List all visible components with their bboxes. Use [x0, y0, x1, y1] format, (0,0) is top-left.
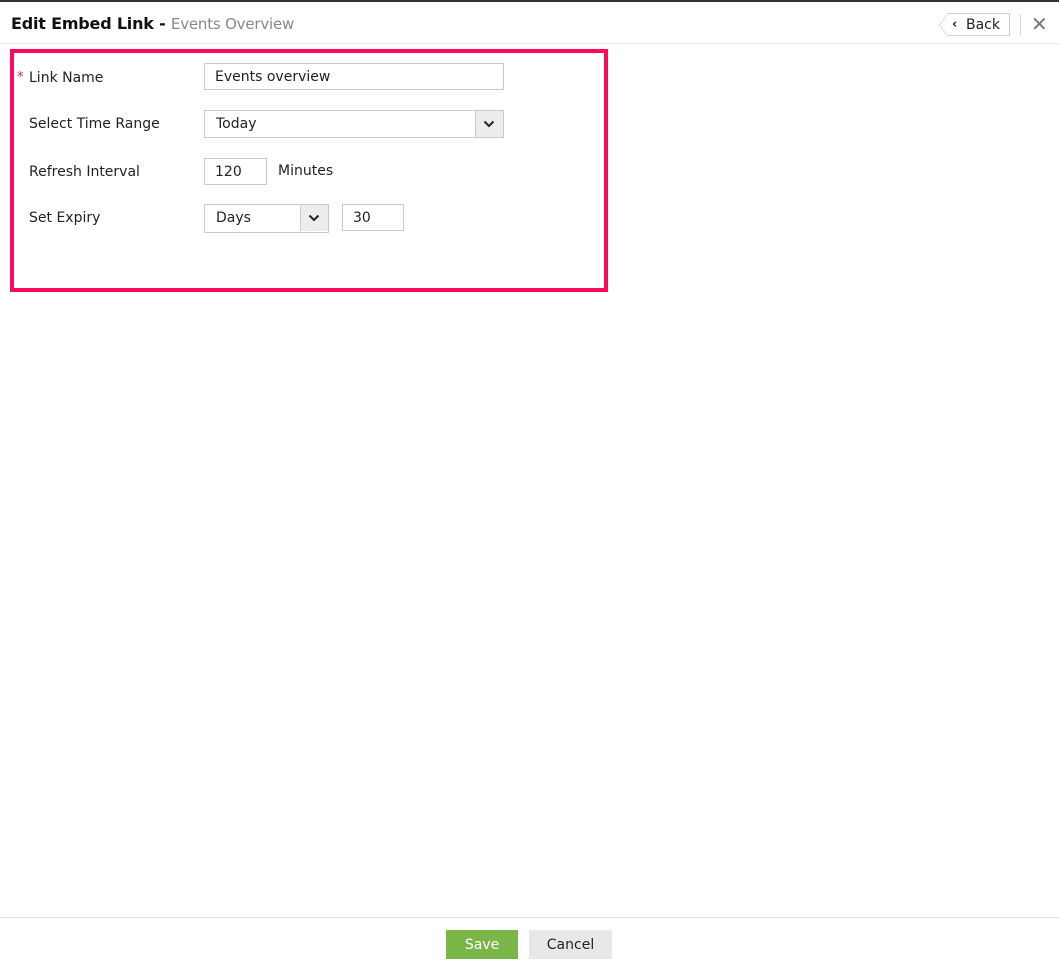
required-marker: *	[17, 70, 24, 85]
save-button[interactable]: Save	[446, 930, 518, 959]
chevron-down-icon[interactable]	[300, 205, 328, 231]
refresh-interval-unit: Minutes	[278, 163, 334, 179]
title-main: Edit Embed Link	[11, 14, 154, 33]
refresh-interval-label: Refresh Interval	[29, 164, 140, 180]
dialog-header: Edit Embed Link - Events Overview ‹ Back…	[0, 0, 1059, 44]
dialog-footer: Save Cancel	[0, 917, 1059, 966]
close-icon[interactable]: ✕	[1031, 12, 1048, 36]
title-subtitle: Events Overview	[170, 15, 295, 33]
page-title: Edit Embed Link - Events Overview	[11, 14, 294, 33]
chevron-left-icon: ‹	[952, 17, 958, 32]
set-expiry-label: Set Expiry	[29, 210, 101, 226]
link-name-input[interactable]	[204, 63, 504, 90]
expiry-value-input[interactable]	[342, 204, 404, 231]
time-range-value: Today	[216, 116, 257, 132]
header-divider	[1020, 14, 1021, 36]
link-name-label: Link Name	[29, 70, 104, 86]
cancel-button[interactable]: Cancel	[529, 930, 612, 959]
time-range-select[interactable]: Today	[204, 110, 504, 138]
chevron-down-icon[interactable]	[475, 111, 503, 137]
refresh-interval-input[interactable]	[204, 158, 267, 185]
back-button[interactable]: ‹ Back	[939, 13, 1010, 37]
title-separator: -	[153, 14, 171, 33]
time-range-label: Select Time Range	[29, 116, 160, 132]
back-label: Back	[966, 17, 1000, 33]
expiry-unit-select[interactable]: Days	[204, 204, 329, 233]
expiry-unit-value: Days	[216, 210, 251, 226]
